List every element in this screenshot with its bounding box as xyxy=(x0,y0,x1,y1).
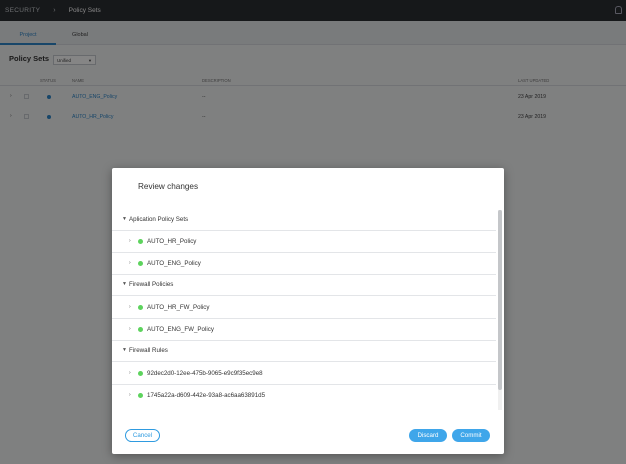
item-label: 1745a22a-d609-442e-93a8-ac6aa63891d5 xyxy=(147,392,266,399)
list-item[interactable]: › 1745a22a-d609-442e-93a8-ac6aa63891d5 xyxy=(112,385,496,407)
list-item[interactable]: › AUTO_ENG_FW_Policy xyxy=(112,319,496,341)
discard-button[interactable]: Discard xyxy=(409,429,447,442)
chevron-right-icon[interactable]: › xyxy=(129,304,131,310)
cancel-button[interactable]: Cancel xyxy=(125,429,160,442)
status-dot xyxy=(138,393,143,398)
status-dot xyxy=(138,261,143,266)
item-label: AUTO_ENG_Policy xyxy=(147,260,201,267)
list-item[interactable]: › AUTO_HR_FW_Policy xyxy=(112,297,496,319)
section-label: Aplication Policy Sets xyxy=(129,216,189,223)
chevron-down-icon[interactable]: ▼ xyxy=(122,347,127,353)
item-label: AUTO_HR_Policy xyxy=(147,238,197,245)
commit-button[interactable]: Commit xyxy=(452,429,490,442)
dialog-title: Review changes xyxy=(138,182,199,191)
changes-list: ▼ Aplication Policy Sets › AUTO_HR_Polic… xyxy=(112,210,496,410)
item-label: AUTO_ENG_FW_Policy xyxy=(147,326,214,333)
section-application-policy-sets[interactable]: ▼ Aplication Policy Sets xyxy=(112,210,496,231)
chevron-right-icon[interactable]: › xyxy=(129,260,131,266)
list-item[interactable]: › AUTO_ENG_Policy xyxy=(112,253,496,275)
list-item[interactable]: › AUTO_HR_Policy xyxy=(112,231,496,253)
scrollbar-thumb[interactable] xyxy=(498,210,502,390)
chevron-down-icon[interactable]: ▼ xyxy=(122,281,127,287)
section-firewall-policies[interactable]: ▼ Firewall Policies xyxy=(112,275,496,296)
list-item[interactable]: › 92dec2d0-12ee-475b-9065-e9c9f35ec9e8 xyxy=(112,363,496,385)
item-label: AUTO_HR_FW_Policy xyxy=(147,304,210,311)
chevron-down-icon[interactable]: ▼ xyxy=(122,216,127,222)
changes-scrollbar[interactable] xyxy=(498,210,502,410)
section-firewall-rules[interactable]: ▼ Firewall Rules xyxy=(112,341,496,362)
chevron-right-icon[interactable]: › xyxy=(129,326,131,332)
section-label: Firewall Rules xyxy=(129,347,168,354)
status-dot xyxy=(138,305,143,310)
chevron-right-icon[interactable]: › xyxy=(129,238,131,244)
section-label: Firewall Policies xyxy=(129,281,174,288)
item-label: 92dec2d0-12ee-475b-9065-e9c9f35ec9e8 xyxy=(147,370,263,377)
status-dot xyxy=(138,327,143,332)
review-changes-dialog: Review changes ▼ Aplication Policy Sets … xyxy=(112,168,504,454)
status-dot xyxy=(138,239,143,244)
chevron-right-icon[interactable]: › xyxy=(129,370,131,376)
chevron-right-icon[interactable]: › xyxy=(129,392,131,398)
status-dot xyxy=(138,371,143,376)
